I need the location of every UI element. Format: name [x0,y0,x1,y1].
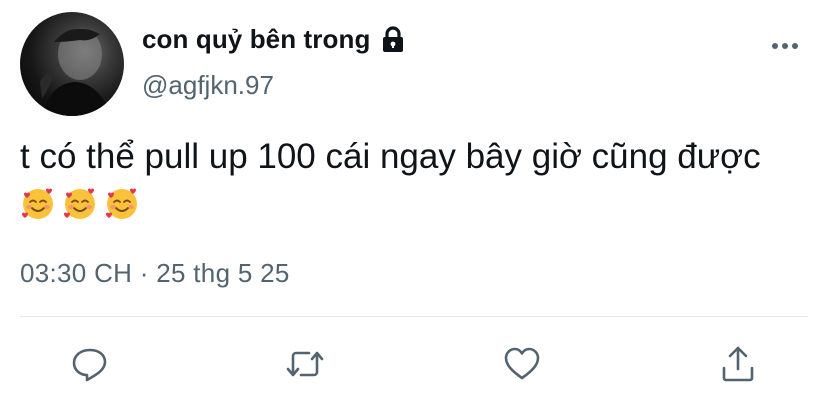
like-button[interactable] [498,340,546,388]
more-button[interactable] [770,34,800,58]
avatar[interactable] [20,12,124,116]
emoji-row [20,186,140,222]
lock-icon [383,25,404,52]
retweet-icon [286,351,324,377]
heart-icon [504,347,540,380]
user-name-row: con quỷ bên trong [142,24,406,55]
smiling-face-with-hearts-icon [106,188,137,219]
display-name[interactable]: con quỷ bên trong [142,24,370,55]
retweet-button[interactable] [281,340,329,388]
reply-button[interactable] [66,340,114,388]
smiling-face-with-hearts-icon [64,188,95,219]
action-bar [0,340,828,388]
share-button[interactable] [714,340,762,388]
divider [20,316,808,317]
avatar-photo [40,28,112,116]
reply-icon [72,348,107,382]
user-handle[interactable]: @agfjkn.97 [142,70,274,101]
tweet-timestamp[interactable]: 03:30 CH · 25 thg 5 25 [20,258,290,289]
tweet-text: t có thể pull up 100 cái ngay bây giờ cũ… [20,137,761,176]
more-icon [772,43,798,49]
tweet-card: con quỷ bên trong @agfjkn.97 t có thể pu… [0,0,828,406]
share-icon [722,346,754,382]
smiling-face-with-hearts-icon [22,188,53,219]
